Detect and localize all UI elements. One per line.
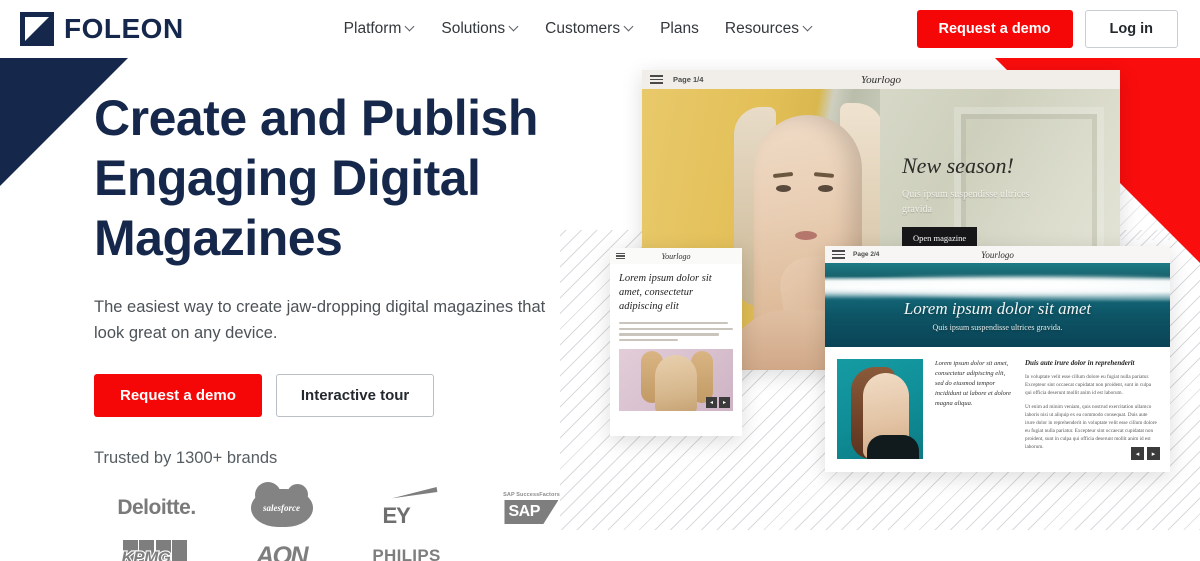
sap-badge: SAP (504, 500, 559, 524)
headline-line-3: Magazines (94, 210, 343, 266)
salesforce-label: salesforce (263, 503, 300, 513)
headline-line-2: Engaging Digital (94, 150, 481, 206)
hero-cta-row: Request a demo Interactive tour (94, 374, 614, 417)
model-figure (655, 355, 697, 412)
site-header: FOLEON Platform Solutions Customers Plan… (0, 0, 1200, 58)
hamburger-menu-icon[interactable] (616, 252, 625, 260)
brand-logo-kpmg: KPMG (94, 532, 219, 561)
brand-logos: Deloitte. salesforce EY SAP SuccessFacto… (94, 482, 594, 561)
mockup-left-placeholder-text (610, 314, 742, 342)
nav-item-customers[interactable]: Customers (545, 20, 634, 38)
mockup-right-topbar: Page 2/4 Yourlogo (825, 246, 1170, 263)
brand-logo-deloitte: Deloitte. (94, 484, 219, 532)
ey-logo-icon: EY (377, 487, 437, 529)
hero-interactive-tour-button[interactable]: Interactive tour (275, 374, 435, 417)
hero-content: Create and Publish Engaging Digital Maga… (94, 88, 614, 561)
ey-label: EY (382, 503, 411, 528)
eye-left (776, 185, 791, 192)
chevron-down-icon (804, 23, 813, 32)
foleon-logo-icon (20, 12, 54, 46)
mockup-right-nav-buttons: ◂ ▸ (1131, 447, 1160, 460)
brand-logo-ey: EY (344, 484, 469, 532)
nav-item-plans[interactable]: Plans (660, 20, 699, 38)
next-page-button[interactable]: ▸ (1147, 447, 1160, 460)
model-photo-teal (837, 359, 923, 459)
eye-right (818, 185, 833, 192)
prev-page-button[interactable]: ◂ (706, 397, 717, 409)
nav-label: Customers (545, 20, 621, 37)
mockup-main-topbar: Page 1/4 Yourlogo (642, 70, 1120, 89)
model-neck (867, 435, 919, 459)
header-login-button[interactable]: Log in (1084, 10, 1178, 48)
mockup-main-title: New season! (902, 153, 1014, 178)
brand-logo-row-2: KPMG AON PHILIPS (94, 532, 594, 561)
nav-item-platform[interactable]: Platform (344, 20, 416, 38)
headline-line-1: Create and Publish (94, 90, 538, 146)
hero-mockups: Page 1/4 Yourlogo New season! Quis ipsum… (560, 58, 1200, 561)
hamburger-menu-icon[interactable] (832, 250, 845, 259)
brand-logo-aon: AON (219, 532, 344, 561)
magazine-mockup-right[interactable]: Page 2/4 Yourlogo Lorem ipsum dolor sit … (825, 246, 1170, 472)
header-request-demo-button[interactable]: Request a demo (916, 10, 1073, 48)
lips (795, 231, 817, 240)
model-photo-pink: ◂ ▸ (619, 349, 733, 412)
mockup-left-headline: Lorem ipsum dolor sit amet, consectetur … (619, 273, 712, 312)
wave-foam-decor (825, 275, 1170, 301)
nav-item-resources[interactable]: Resources (725, 20, 813, 38)
nav-label: Solutions (441, 20, 506, 37)
logo[interactable]: FOLEON (20, 12, 184, 46)
page-indicator: Page 1/4 (673, 75, 704, 84)
mockup-logo: Yourlogo (981, 249, 1014, 260)
mockup-logo: Yourlogo (861, 73, 901, 86)
nav-label: Platform (343, 20, 402, 37)
page-indicator: Page 2/4 (853, 251, 880, 258)
mockup-main-body-text: Quis ipsum suspendisse ultrices gravida (902, 189, 1030, 215)
next-page-button[interactable]: ▸ (719, 397, 730, 409)
sap-tagline: SAP SuccessFactors (503, 492, 560, 498)
page-title: Create and Publish Engaging Digital Maga… (94, 88, 614, 268)
nav-label: Plans (660, 20, 699, 37)
sap-label: SAP (508, 503, 540, 520)
philips-logo-icon: PHILIPS (372, 546, 441, 561)
mockup-right-paragraph-2: Ut enim ad minim veniam, quis nostrud ex… (1025, 404, 1157, 450)
brand-name: FOLEON (64, 13, 184, 44)
ey-slash-shape (390, 487, 437, 499)
main-navigation: Platform Solutions Customers Plans Resou… (344, 20, 813, 38)
kpmg-logo-icon: KPMG (120, 540, 191, 561)
mockup-logo: Yourlogo (661, 251, 691, 261)
ocean-hero-image: Lorem ipsum dolor sit amet Quis ipsum su… (825, 263, 1170, 347)
chevron-down-icon (406, 23, 415, 32)
sap-logo-icon: SAP SuccessFactors SAP (503, 492, 560, 524)
hero-subtitle: The easiest way to create jaw-dropping d… (94, 298, 546, 342)
aon-logo-icon: AON (255, 541, 309, 561)
hero-request-demo-button[interactable]: Request a demo (94, 374, 262, 417)
mockup-right-title: Lorem ipsum dolor sit amet (903, 299, 1092, 318)
landing-page: FOLEON Platform Solutions Customers Plan… (0, 0, 1200, 561)
brand-logo-sap: SAP SuccessFactors SAP (469, 484, 594, 532)
mockup-right-paragraph-1: In voluptate velit esse cillum dolore eu… (1025, 374, 1152, 396)
mockup-right-italic-column: Lorem ipsum dolor sit amet, consectetur … (935, 360, 1012, 407)
brand-logo-row-1: Deloitte. salesforce EY SAP SuccessFacto… (94, 482, 594, 532)
deloitte-logo-icon: Deloitte. (117, 496, 196, 519)
mockup-right-body-column: Duis aute irure dolor in reprehenderit I… (1025, 359, 1158, 459)
brand-logo-empty (469, 532, 594, 561)
hamburger-menu-icon[interactable] (650, 75, 663, 84)
header-actions: Request a demo Log in (916, 10, 1178, 48)
salesforce-logo-icon: salesforce (250, 482, 313, 527)
brand-logo-salesforce: salesforce (219, 482, 344, 532)
brand-logo-philips: PHILIPS (344, 532, 469, 561)
kpmg-label: KPMG (120, 547, 172, 561)
nav-item-solutions[interactable]: Solutions (441, 20, 519, 38)
chevron-down-icon (625, 23, 634, 32)
prev-page-button[interactable]: ◂ (1131, 447, 1144, 460)
magazine-mockup-left[interactable]: Yourlogo Lorem ipsum dolor sit amet, con… (610, 248, 742, 436)
mockup-right-content: Lorem ipsum dolor sit amet, consectetur … (825, 347, 1170, 459)
chevron-down-icon (510, 23, 519, 32)
mockup-left-topbar: Yourlogo (610, 248, 742, 264)
trusted-by-text: Trusted by 1300+ brands (94, 449, 278, 467)
nav-label: Resources (724, 20, 799, 37)
mockup-right-column-heading: Duis aute irure dolor in reprehenderit (1025, 359, 1135, 367)
mockup-left-nav-buttons: ◂ ▸ (706, 397, 730, 409)
mockup-right-subtitle: Quis ipsum suspendisse ultrices gravida. (932, 323, 1063, 332)
